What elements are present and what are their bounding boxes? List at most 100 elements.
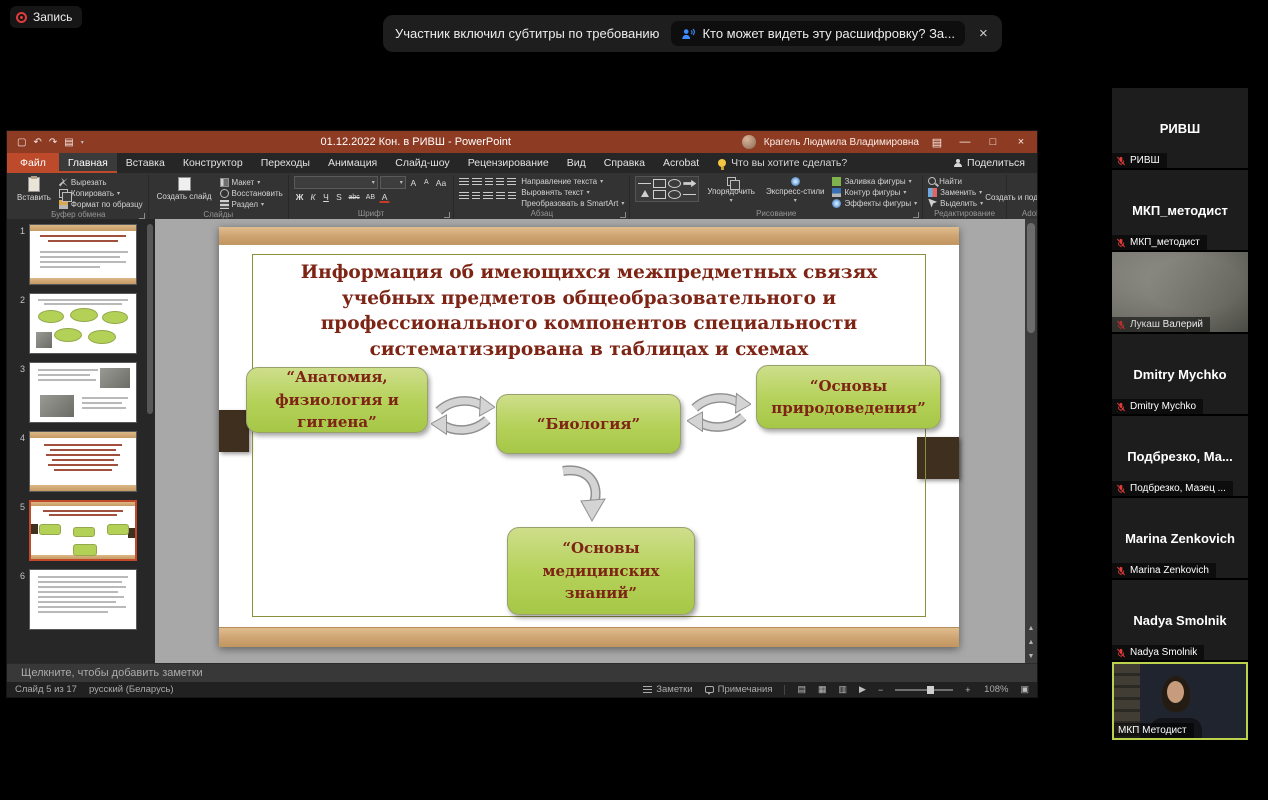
dialog-launcher-icon[interactable] [620, 212, 626, 218]
shape-fill-button[interactable]: Заливка фигуры▾ [832, 176, 917, 186]
text-shadow-button[interactable]: S [333, 191, 344, 203]
slide-thumbnail-3[interactable]: 3 [13, 362, 141, 423]
copy-button[interactable]: Копировать▾ [59, 188, 143, 198]
comments-toggle[interactable]: Примечания [705, 684, 773, 695]
justify-icon[interactable] [496, 192, 505, 201]
participant-tile[interactable]: Marina Zenkovich Marina Zenkovich [1112, 498, 1248, 578]
arrange-button[interactable]: Упорядочить▾ [704, 176, 758, 205]
participant-tile-video[interactable]: Лукаш Валерий [1112, 252, 1248, 332]
slide-sorter-view-icon[interactable]: ▦ [818, 684, 827, 695]
slide-thumbnail-1[interactable]: 1 [13, 224, 141, 285]
line-shape-icon[interactable] [638, 183, 651, 184]
section-button[interactable]: Раздел▾ [220, 199, 283, 209]
slide-thumbnail-5-selected[interactable]: 5 [13, 500, 141, 561]
bold-button[interactable]: Ж [294, 191, 306, 203]
layout-button[interactable]: Макет▾ [220, 177, 283, 187]
zoom-out-icon[interactable]: − [878, 685, 883, 695]
canvas-scrollbar[interactable]: ▲ ▲ ▼ [1025, 219, 1037, 663]
previous-slide-icon[interactable]: ▲ [1025, 635, 1037, 649]
find-button[interactable]: Найти [928, 176, 983, 186]
shape-anatomy[interactable]: “Анатомия, физиология и гигиена” [246, 367, 428, 433]
slideshow-view-icon[interactable]: ▶ [859, 684, 866, 695]
change-case-button[interactable]: Аа [434, 177, 449, 189]
minimize-icon[interactable]: — [955, 136, 975, 148]
language-indicator[interactable]: русский (Беларусь) [89, 684, 174, 695]
fit-to-window-icon[interactable]: ▣ [1020, 684, 1029, 695]
new-slide-button[interactable]: Создать слайд [154, 176, 215, 202]
convert-smartart-button[interactable]: Преобразовать в SmartArt▾ [521, 198, 624, 208]
increase-indent-icon[interactable] [496, 178, 504, 187]
slide-title[interactable]: Информация об имеющихся межпредметных св… [281, 260, 897, 362]
text-direction-button[interactable]: Направление текста▾ [521, 176, 624, 186]
notes-pane[interactable]: Щелкните, чтобы добавить заметки [7, 663, 1037, 682]
participant-tile[interactable]: Подбрезко, Ма... Подбрезко, Мазец ... [1112, 416, 1248, 496]
dialog-launcher-icon[interactable] [444, 212, 450, 218]
shape-biology[interactable]: “Биология” [496, 394, 681, 454]
tab-slideshow[interactable]: Слайд-шоу [386, 153, 458, 173]
save-icon[interactable]: ▢ [17, 137, 26, 148]
font-size-combo[interactable]: ▾ [380, 176, 406, 189]
active-speaker-video-tile[interactable]: МКП Методист [1112, 662, 1248, 740]
font-color-button[interactable]: А [379, 191, 390, 203]
reading-view-icon[interactable]: ▥ [839, 684, 848, 695]
bullets-icon[interactable] [459, 178, 469, 187]
slide-counter[interactable]: Слайд 5 из 17 [15, 684, 77, 695]
decrease-indent-icon[interactable] [485, 178, 493, 187]
create-pdf-button[interactable]: Создать и поделиться Adobe PDF [1012, 176, 1037, 203]
zoom-slider[interactable] [895, 689, 953, 691]
tab-help[interactable]: Справка [595, 153, 654, 173]
numbering-icon[interactable] [472, 178, 482, 187]
arrow-shape-icon[interactable] [683, 179, 696, 188]
tab-home[interactable]: Главная [59, 153, 117, 173]
columns-icon[interactable] [508, 192, 516, 201]
maximize-icon[interactable]: □ [983, 136, 1003, 148]
participant-tile[interactable]: РИВШ РИВШ [1112, 88, 1248, 168]
tab-view[interactable]: Вид [558, 153, 595, 173]
shrink-font-button[interactable]: А [421, 177, 432, 189]
tab-acrobat[interactable]: Acrobat [654, 153, 708, 173]
strikethrough-button[interactable]: abc [346, 191, 361, 203]
dialog-launcher-icon[interactable] [913, 212, 919, 218]
slide-thumbnail-2[interactable]: 2 [13, 293, 141, 354]
line-spacing-icon[interactable] [507, 178, 516, 187]
slide-thumbnail-6[interactable]: 6 [13, 569, 141, 630]
reset-button[interactable]: Восстановить [220, 188, 283, 198]
slideshow-icon[interactable]: ▤ [64, 137, 73, 148]
rectangle-shape-icon[interactable] [653, 179, 666, 188]
undo-icon[interactable]: ↶ [33, 137, 41, 148]
cut-button[interactable]: Вырезать [59, 177, 143, 187]
tell-me-search[interactable]: Что вы хотите сделать? [708, 153, 857, 173]
redo-icon[interactable]: ↷ [49, 137, 57, 148]
who-can-see-transcript-button[interactable]: Кто может видеть эту расшифровку? За... [671, 21, 965, 46]
select-button[interactable]: Выделить▾ [928, 198, 983, 208]
align-left-icon[interactable] [459, 192, 469, 201]
quick-styles-button[interactable]: Экспресс-стили▾ [763, 176, 828, 205]
tab-file[interactable]: Файл [7, 153, 59, 173]
tab-insert[interactable]: Вставка [117, 153, 174, 173]
zoom-percentage[interactable]: 108% [982, 684, 1008, 695]
scroll-up-icon[interactable]: ▲ [1025, 621, 1037, 635]
normal-view-icon[interactable]: ▤ [797, 684, 806, 695]
zoom-in-icon[interactable]: + [965, 685, 970, 695]
underline-button[interactable]: Ч [320, 191, 331, 203]
next-slide-icon[interactable]: ▼ [1025, 649, 1037, 663]
tab-transitions[interactable]: Переходы [252, 153, 319, 173]
tab-animations[interactable]: Анимация [319, 153, 386, 173]
share-button[interactable]: Поделиться [941, 153, 1037, 173]
qat-customize-icon[interactable]: ▾ [81, 139, 84, 146]
triangle-shape-icon[interactable] [641, 190, 649, 197]
font-name-combo[interactable]: ▾ [294, 176, 378, 189]
notes-toggle[interactable]: Заметки [643, 684, 692, 695]
shape-nature-study[interactable]: “Основы природоведения” [756, 365, 941, 429]
align-right-icon[interactable] [483, 192, 493, 201]
shape-outline-button[interactable]: Контур фигуры▾ [832, 187, 917, 197]
align-center-icon[interactable] [472, 192, 480, 201]
participant-tile[interactable]: Nadya Smolnik Nadya Smolnik [1112, 580, 1248, 660]
ribbon-display-options-icon[interactable]: ▤ [927, 136, 947, 149]
participant-tile[interactable]: МКП_методист МКП_методист [1112, 170, 1248, 250]
frame-shape-icon[interactable] [653, 190, 666, 199]
align-text-button[interactable]: Выровнять текст▾ [521, 187, 624, 197]
close-icon[interactable]: × [977, 25, 990, 42]
connector-shape-icon[interactable] [683, 194, 696, 195]
oval-shape-icon[interactable] [668, 179, 681, 188]
